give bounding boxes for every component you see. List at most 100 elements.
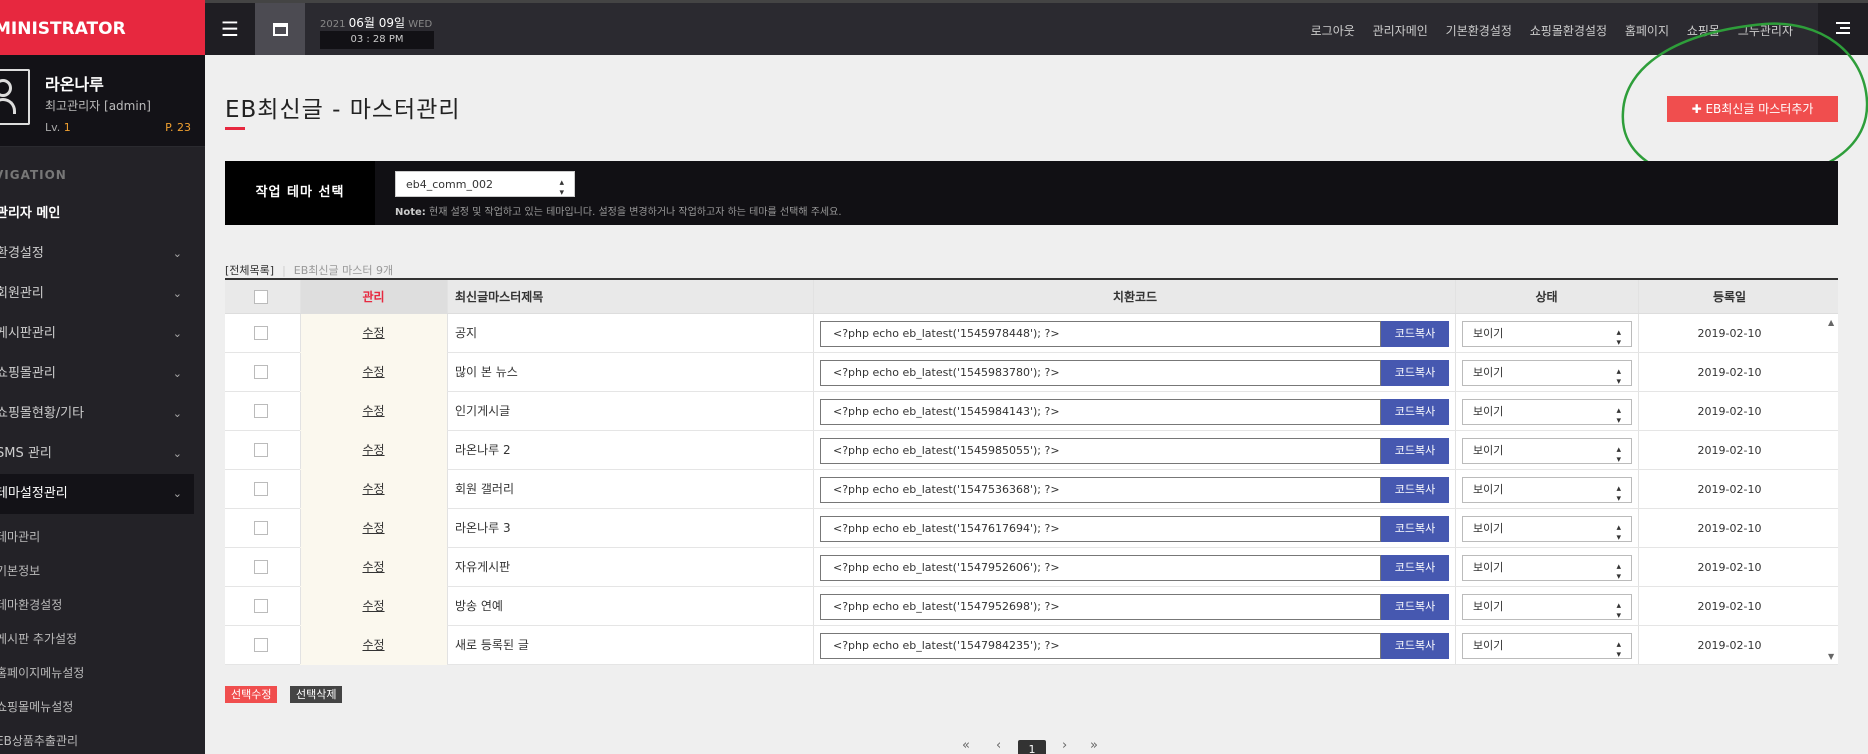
- scroll-up-icon[interactable]: ▲: [1828, 318, 1834, 327]
- copy-code-button[interactable]: 코드복사: [1381, 321, 1449, 347]
- edit-link[interactable]: 수정: [362, 482, 384, 496]
- edit-link[interactable]: 수정: [362, 443, 384, 457]
- nav-item-shop-status[interactable]: 쇼핑몰현황/기타 ⌄: [0, 394, 194, 434]
- copy-code-button[interactable]: 코드복사: [1381, 477, 1449, 503]
- row-date: 2019-02-10: [1697, 600, 1762, 613]
- window-icon[interactable]: [255, 3, 305, 55]
- code-field[interactable]: <?php echo eb_latest('1547984235'); ?>: [820, 633, 1381, 659]
- row-checkbox[interactable]: [254, 365, 268, 379]
- edit-link[interactable]: 수정: [362, 599, 384, 613]
- code-field[interactable]: <?php echo eb_latest('1545985055'); ?>: [820, 438, 1381, 464]
- status-select[interactable]: 보이기 ▴ ▾: [1462, 555, 1632, 582]
- edit-link[interactable]: 수정: [362, 560, 384, 574]
- scroll-down-icon[interactable]: ▼: [1828, 652, 1834, 661]
- code-field[interactable]: <?php echo eb_latest('1545978448'); ?>: [820, 321, 1381, 347]
- add-master-button[interactable]: ✚ EB최신글 마스터추가: [1667, 96, 1838, 122]
- hamburger-menu-icon[interactable]: ☰: [205, 3, 255, 55]
- updown-arrow-icon: ▴ ▾: [1616, 601, 1621, 621]
- status-select[interactable]: 보이기 ▴ ▾: [1462, 633, 1632, 660]
- nav-item-theme-settings[interactable]: 테마설정관리 ⌄: [0, 474, 194, 514]
- code-field[interactable]: <?php echo eb_latest('1547617694'); ?>: [820, 516, 1381, 542]
- page-number[interactable]: 1: [1018, 740, 1046, 754]
- copy-code-button[interactable]: 코드복사: [1381, 633, 1449, 659]
- edit-link[interactable]: 수정: [362, 326, 384, 340]
- chevron-down-icon: ⌄: [172, 327, 182, 340]
- updown-arrow-icon: ▴ ▾: [1616, 367, 1621, 387]
- copy-code-button[interactable]: 코드복사: [1381, 399, 1449, 425]
- note-label: Note:: [395, 207, 426, 218]
- note-text: 현재 설정 및 작업하고 있는 테마입니다. 설정을 변경하거나 작업하고자 하…: [425, 207, 842, 218]
- row-title: 많이 본 뉴스: [455, 365, 518, 379]
- nav-item-members[interactable]: 회원관리 ⌄: [0, 274, 194, 314]
- row-checkbox[interactable]: [254, 560, 268, 574]
- copy-code-button[interactable]: 코드복사: [1381, 594, 1449, 620]
- status-select[interactable]: 보이기 ▴ ▾: [1462, 516, 1632, 543]
- copy-code-button[interactable]: 코드복사: [1381, 360, 1449, 386]
- top-links: 로그아웃 관리자메인 기본환경설정 쇼핑몰환경설정 홈페이지 쇼핑몰 그누관리자: [1297, 22, 1793, 39]
- status-select[interactable]: 보이기 ▴ ▾: [1462, 477, 1632, 504]
- updown-arrow-icon: ▴ ▾: [1616, 328, 1621, 348]
- nav-item-sms[interactable]: SMS 관리 ⌄: [0, 434, 194, 474]
- nav-heading: VIGATION: [0, 168, 67, 182]
- link-logout[interactable]: 로그아웃: [1311, 24, 1355, 38]
- link-gnu-admin[interactable]: 그누관리자: [1738, 24, 1793, 38]
- first-page-icon[interactable]: «: [962, 738, 970, 753]
- nav-item-admin-main[interactable]: 관리자 메인: [0, 194, 194, 234]
- sub-item-theme-env[interactable]: 테마환경설정: [0, 596, 62, 613]
- code-field[interactable]: <?php echo eb_latest('1545983780'); ?>: [820, 360, 1381, 386]
- sub-item-shop-menu[interactable]: 쇼핑몰메뉴설정: [0, 698, 73, 715]
- edit-selected-button[interactable]: 선택수정: [225, 686, 278, 703]
- row-checkbox[interactable]: [254, 482, 268, 496]
- select-all-checkbox[interactable]: [254, 290, 268, 304]
- sub-item-basic-info[interactable]: 기본정보: [0, 562, 40, 579]
- row-date: 2019-02-10: [1697, 561, 1762, 574]
- all-list-link[interactable]: [전체목록]: [225, 264, 274, 277]
- sub-item-eb-product[interactable]: EB상품추출관리: [0, 732, 78, 749]
- delete-selected-button[interactable]: 선택삭제: [290, 686, 343, 703]
- status-select[interactable]: 보이기 ▴ ▾: [1462, 321, 1632, 348]
- code-field[interactable]: <?php echo eb_latest('1547952606'); ?>: [820, 555, 1381, 581]
- code-field[interactable]: <?php echo eb_latest('1547536368'); ?>: [820, 477, 1381, 503]
- updown-arrow-icon: ▴ ▾: [1616, 562, 1621, 582]
- sub-item-board-extra[interactable]: 게시판 추가설정: [0, 630, 77, 647]
- sub-item-theme-manage[interactable]: 테마관리: [0, 528, 40, 545]
- link-basic-settings[interactable]: 기본환경설정: [1446, 24, 1512, 38]
- nav-item-shop[interactable]: 쇼핑몰관리 ⌄: [0, 354, 194, 394]
- copy-code-button[interactable]: 코드복사: [1381, 555, 1449, 581]
- nav-item-settings[interactable]: 환경설정 ⌄: [0, 234, 194, 274]
- code-field[interactable]: <?php echo eb_latest('1547952698'); ?>: [820, 594, 1381, 620]
- link-shop-settings[interactable]: 쇼핑몰환경설정: [1530, 24, 1607, 38]
- theme-select[interactable]: eb4_comm_002 ▴ ▾: [395, 171, 575, 198]
- link-shop[interactable]: 쇼핑몰: [1687, 24, 1720, 38]
- status-select[interactable]: 보이기 ▴ ▾: [1462, 438, 1632, 465]
- edit-link[interactable]: 수정: [362, 404, 384, 418]
- link-admin-main[interactable]: 관리자메인: [1373, 24, 1428, 38]
- code-field[interactable]: <?php echo eb_latest('1545984143'); ?>: [820, 399, 1381, 425]
- mgmt-cell: 수정: [300, 470, 447, 509]
- row-checkbox[interactable]: [254, 599, 268, 613]
- status-select[interactable]: 보이기 ▴ ▾: [1462, 594, 1632, 621]
- link-homepage[interactable]: 홈페이지: [1625, 24, 1669, 38]
- row-checkbox[interactable]: [254, 404, 268, 418]
- edit-link[interactable]: 수정: [362, 365, 384, 379]
- copy-code-button[interactable]: 코드복사: [1381, 516, 1449, 542]
- pagination: « ‹ 1 › »: [960, 738, 1110, 754]
- copy-code-button[interactable]: 코드복사: [1381, 438, 1449, 464]
- status-select[interactable]: 보이기 ▴ ▾: [1462, 360, 1632, 387]
- row-checkbox[interactable]: [254, 521, 268, 535]
- status-select[interactable]: 보이기 ▴ ▾: [1462, 399, 1632, 426]
- next-page-icon[interactable]: ›: [1062, 738, 1067, 753]
- prev-page-icon[interactable]: ‹: [996, 738, 1001, 753]
- edit-link[interactable]: 수정: [362, 521, 384, 535]
- nav-item-boards[interactable]: 게시판관리 ⌄: [0, 314, 194, 354]
- last-page-icon[interactable]: »: [1090, 738, 1098, 753]
- sub-item-home-menu[interactable]: 홈페이지메뉴설정: [0, 664, 84, 681]
- sidebar-collapse-icon[interactable]: [1818, 3, 1868, 55]
- row-checkbox[interactable]: [254, 638, 268, 652]
- profile-name: 라온나루: [45, 75, 104, 94]
- status-value: 보이기: [1473, 600, 1504, 613]
- row-checkbox[interactable]: [254, 443, 268, 457]
- row-checkbox[interactable]: [254, 326, 268, 340]
- status-value: 보이기: [1473, 405, 1504, 418]
- edit-link[interactable]: 수정: [362, 638, 384, 652]
